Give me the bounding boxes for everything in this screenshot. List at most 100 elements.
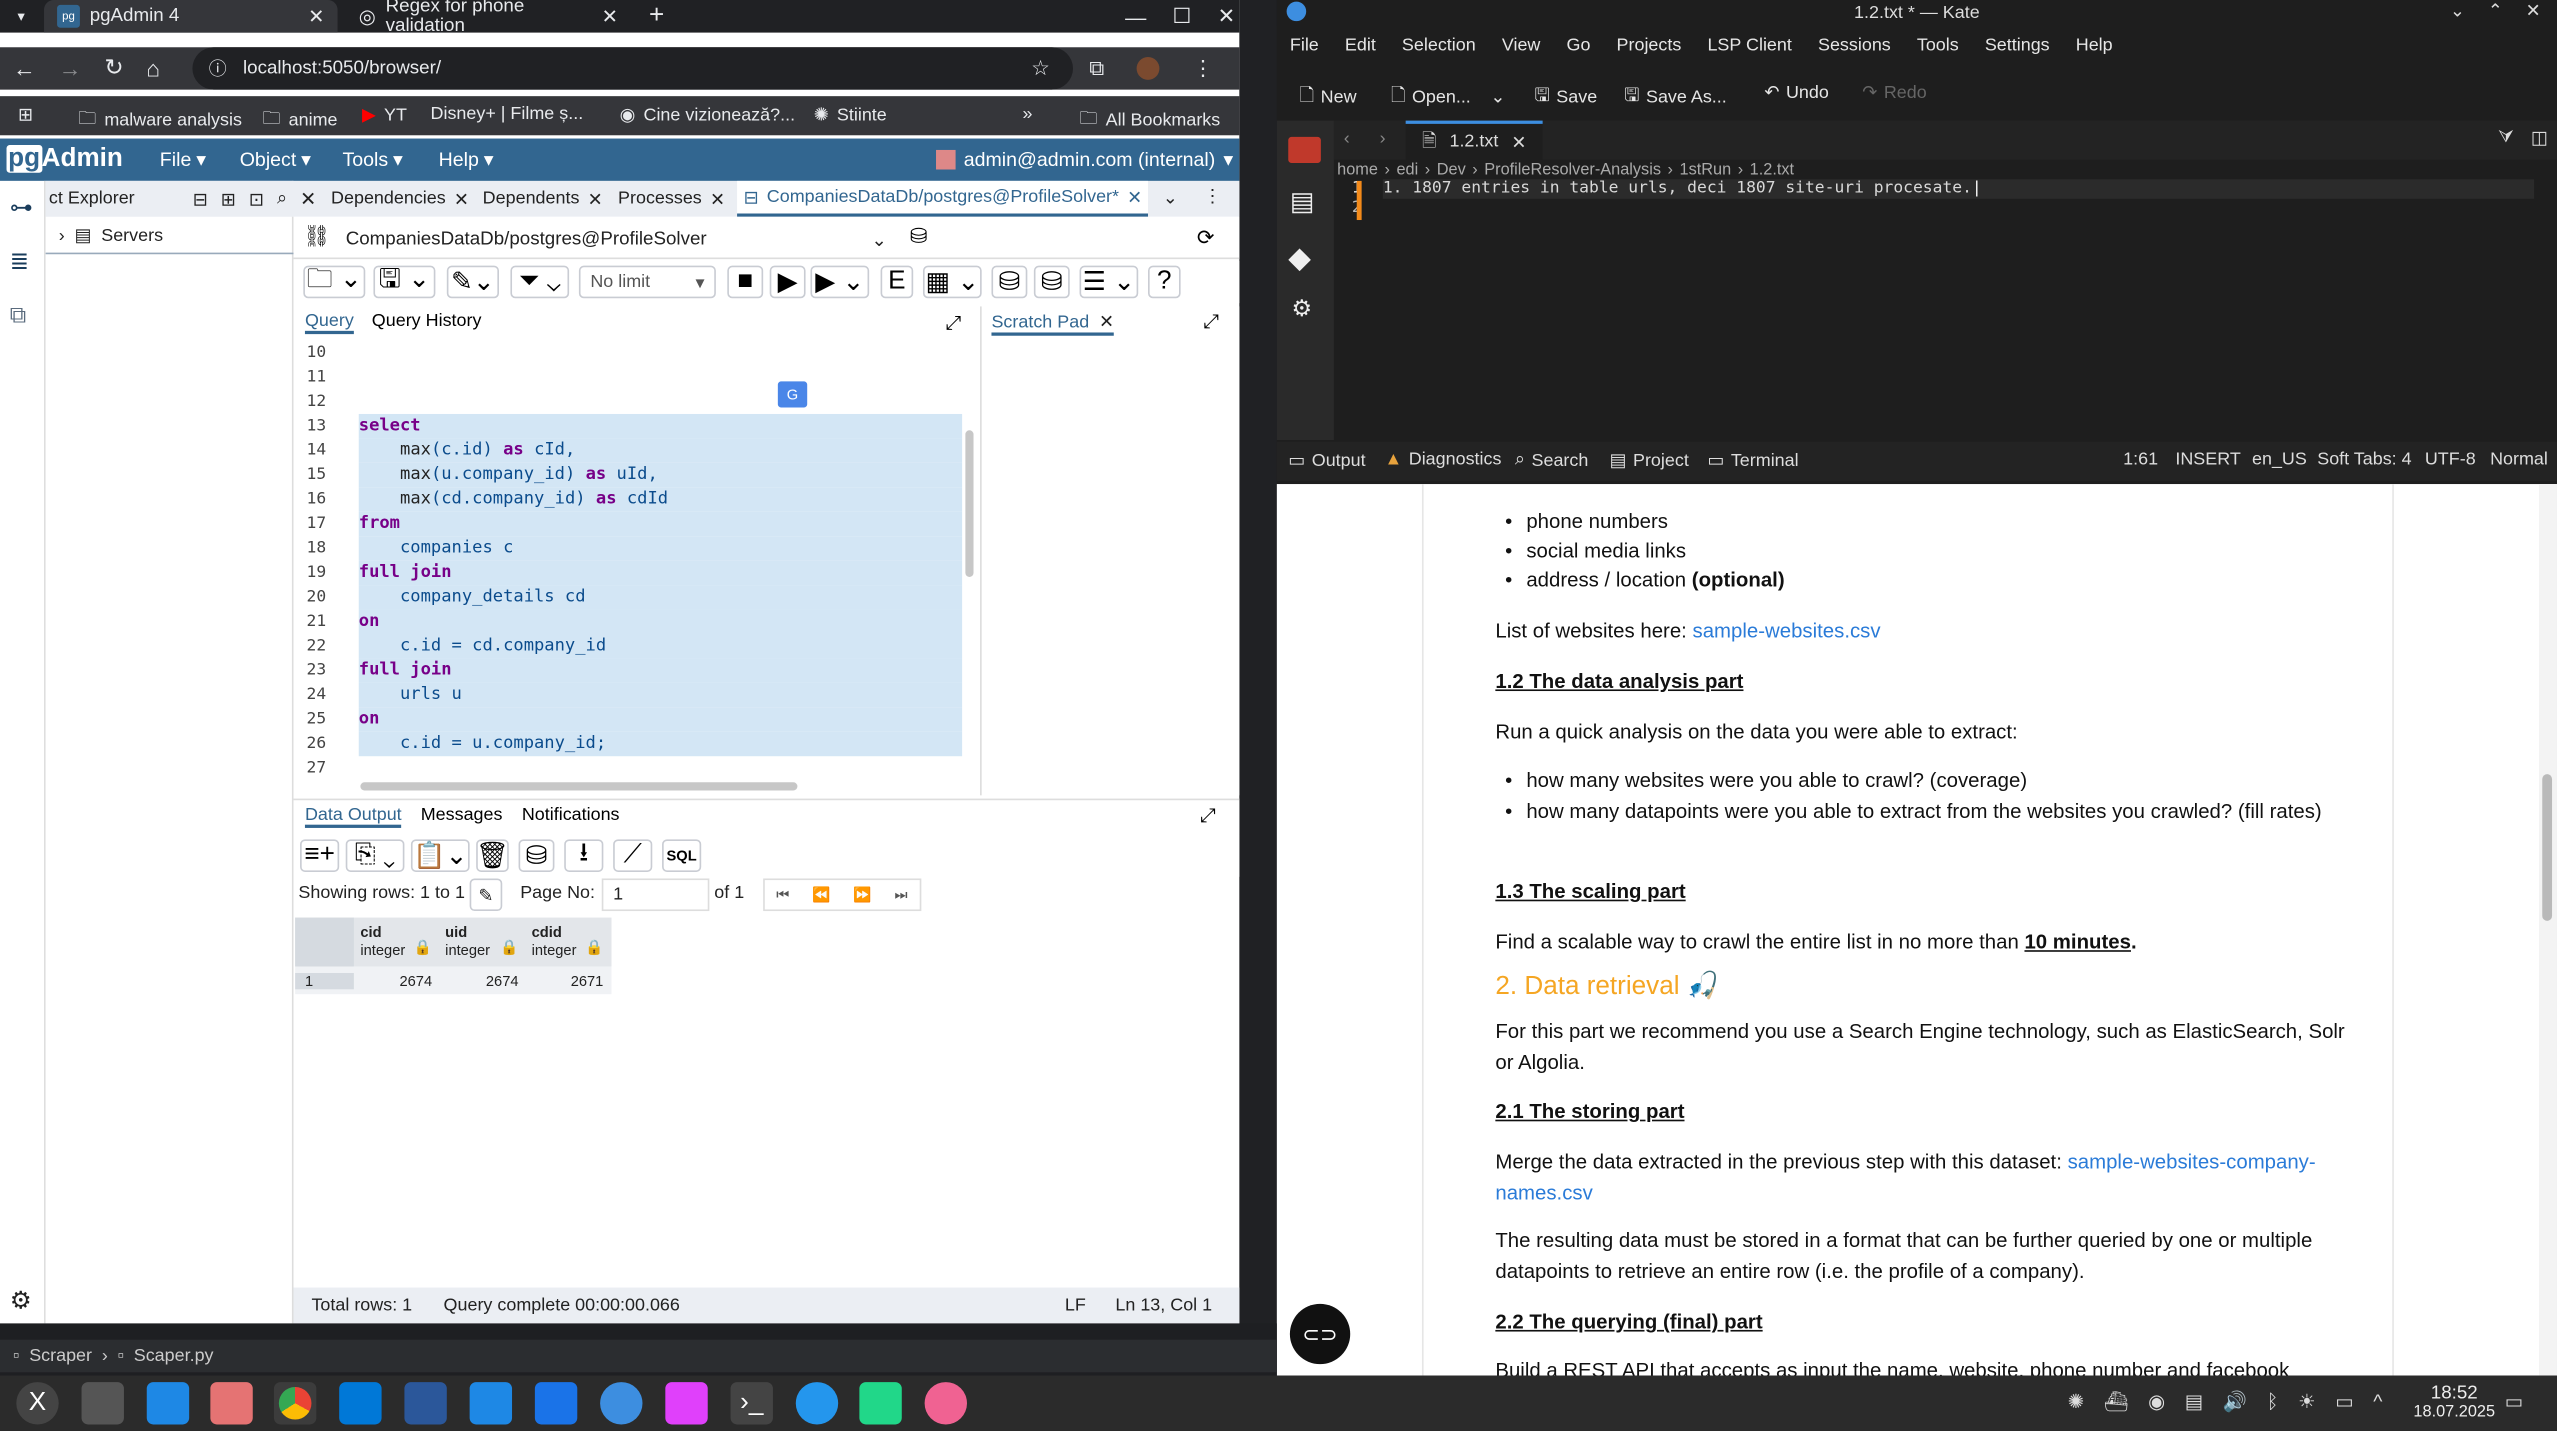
tab-search[interactable]: ⌕ Search (1515, 450, 1588, 471)
tree-item-servers[interactable]: › ▤ Servers (59, 225, 163, 246)
kate-menu-file[interactable]: File (1277, 36, 1332, 56)
kate-tab-file[interactable]: 🗎 1.2.txt ✕ (1405, 120, 1543, 160)
menu-dots-icon[interactable]: ⋮ (1193, 55, 1214, 81)
tab-dependents[interactable]: Dependents ✕ (483, 181, 603, 217)
save-data-icon[interactable]: ⛁ (518, 839, 555, 872)
docker-tray-icon[interactable]: ⛴ (2104, 1390, 2129, 1413)
editor-scrollbar[interactable] (965, 430, 974, 577)
copy-icon[interactable]: ⎘ ⌄ (345, 839, 405, 872)
site-info-icon[interactable]: ⓘ (209, 55, 227, 81)
expand-icon[interactable]: ⤢ (1200, 803, 1216, 827)
first-page-icon[interactable]: ⏮ (765, 886, 801, 904)
explain-analyze-button[interactable]: ▦ ⌄ (922, 265, 982, 299)
browser-tab-regex[interactable]: ◎ Regex for phone validation ✕ (346, 0, 631, 36)
tab-search-icon[interactable]: ▾ (10, 7, 33, 27)
filesystem-icon[interactable]: ▤ (1290, 186, 1321, 219)
store-icon[interactable] (146, 1382, 190, 1425)
forward-icon[interactable]: → (59, 55, 82, 81)
table-icon[interactable]: ⊞ (221, 188, 236, 210)
schema-diff-icon[interactable]: ⧉ (10, 302, 34, 330)
csv-link[interactable]: sample-websites.csv (1693, 619, 1881, 642)
clock[interactable]: 18:52 18.07.2025 (2413, 1384, 2495, 1423)
redo-button[interactable]: ↷ Redo (1862, 81, 1926, 102)
column-header-cdid[interactable]: cdid integer 🔒 (525, 924, 610, 960)
save-button[interactable]: 🖫 Save (1534, 81, 1597, 112)
cell-cid[interactable]: 2674 (354, 972, 439, 988)
add-row-icon[interactable]: ≡+ (300, 839, 340, 872)
show-desktop-icon[interactable]: ▭ (2505, 1390, 2523, 1413)
more-vertical-icon[interactable]: ⋮ (1203, 186, 1221, 207)
open-file-button[interactable]: 🗀 ⌄ (303, 265, 366, 299)
cell-uid[interactable]: 2674 (439, 972, 525, 988)
undo-button[interactable]: ↶ Undo (1764, 81, 1828, 102)
menu-file[interactable]: File ▾ (160, 148, 206, 171)
bookmark-star-icon[interactable]: ☆ (1031, 55, 1050, 81)
page-input[interactable]: 1 (601, 878, 710, 912)
profile-avatar[interactable] (1137, 57, 1160, 80)
edit-pager-icon[interactable]: ✎ (469, 878, 503, 912)
maximize-icon[interactable]: ⌃ (2488, 0, 2503, 22)
highlight-mode[interactable]: Normal (2490, 450, 2548, 470)
expand-icon[interactable]: ⤢ (1203, 310, 1219, 334)
kate-menu-tools[interactable]: Tools (1904, 36, 1972, 56)
brightness-icon[interactable]: ☀ (2298, 1390, 2316, 1413)
row-number[interactable]: 1 (295, 972, 354, 989)
table-row[interactable]: 1 2674 2674 2671 (295, 966, 612, 995)
bookmark-malware[interactable]: 🗀 malware analysis (78, 104, 242, 135)
execute-button[interactable]: ▶ (769, 265, 806, 299)
reload-icon[interactable]: ↻ (104, 54, 123, 82)
extensions-icon[interactable]: ⧉ (1089, 55, 1104, 81)
kate-taskbar-icon[interactable] (600, 1382, 643, 1425)
chevron-right-icon[interactable]: » (1022, 104, 1032, 124)
bookmark-disney[interactable]: Disney+ | Filme ș... (431, 104, 584, 124)
rider-icon[interactable] (665, 1382, 708, 1425)
expand-tray-icon[interactable]: ^ (2373, 1390, 2382, 1413)
kate-menu-view[interactable]: View (1489, 36, 1554, 56)
terminal-icon[interactable]: ›_ (730, 1382, 773, 1425)
tab-terminal[interactable]: ▭ Terminal (1707, 450, 1798, 471)
tab-scratch-pad[interactable]: Scratch Pad ✕ (991, 311, 1114, 336)
explorer-tab-label[interactable]: ct Explorer (46, 189, 135, 209)
tab-messages[interactable]: Messages (421, 805, 503, 825)
bluetooth-icon[interactable]: ᛒ (2267, 1390, 2279, 1413)
kate-editor[interactable]: 12 1. 1807 entries in table urls, deci 1… (1333, 179, 2557, 441)
chevron-right-icon[interactable]: › (59, 226, 65, 246)
tab-notifications[interactable]: Notifications (522, 805, 620, 825)
new-button[interactable]: 🗋 New (1300, 81, 1357, 112)
display-icon[interactable]: ▭ (2335, 1390, 2353, 1413)
tab-query-tool[interactable]: ⊟ CompaniesDataDb/postgres@ProfileSolver*… (737, 180, 1149, 217)
tab-data-output[interactable]: Data Output (304, 805, 402, 828)
tab-project[interactable]: ▤ Project (1610, 450, 1689, 471)
kate-menu-help[interactable]: Help (2063, 36, 2126, 56)
misc-app-icon[interactable] (924, 1382, 968, 1425)
stop-button[interactable]: ■ (727, 265, 764, 299)
prev-page-icon[interactable]: ⏪ (801, 886, 842, 904)
close-window-icon[interactable]: ✕ (1218, 3, 1236, 29)
nav-back-icon[interactable]: ‹ (1344, 129, 1350, 149)
scratch-pad[interactable]: Scratch Pad ✕ ⤢ (980, 306, 1240, 796)
sql-code[interactable]: select max(c.id) as cId, max(u.company_i… (358, 341, 963, 781)
graph-icon[interactable]: ⟋ (613, 839, 653, 872)
cell-cdid[interactable]: 2671 (525, 972, 610, 988)
tab-dependencies[interactable]: Dependencies ✕ (331, 181, 469, 217)
open-button[interactable]: 🗋 Open... ⌄ (1391, 81, 1505, 112)
next-page-icon[interactable]: ⏩ (842, 886, 883, 904)
symbols-icon[interactable]: ⚙ (1292, 295, 1320, 323)
refresh-icon[interactable]: ⟳ (1197, 225, 1215, 251)
download-icon[interactable]: ⭳ (564, 839, 604, 872)
new-connection-icon[interactable]: ⛁ (910, 223, 928, 249)
file-manager-icon[interactable] (210, 1382, 253, 1425)
vscode-icon[interactable] (339, 1382, 382, 1425)
apps-icon[interactable]: ⊞ (18, 104, 33, 126)
nav-forward-icon[interactable]: › (1380, 129, 1386, 149)
tab-output[interactable]: ▭ Output (1288, 450, 1365, 471)
docker-icon[interactable] (795, 1382, 839, 1425)
word-icon[interactable] (404, 1382, 447, 1425)
kate-menu-sessions[interactable]: Sessions (1805, 36, 1904, 56)
kate-menu-edit[interactable]: Edit (1332, 36, 1389, 56)
encoding[interactable]: UTF-8 (2425, 450, 2476, 470)
kate-menu-go[interactable]: Go (1553, 36, 1603, 56)
commit-button[interactable]: ⛁ (991, 265, 1028, 299)
cursor-position[interactable]: 1:61 (2123, 450, 2158, 470)
execute-options-button[interactable]: ▶ ⌄ (810, 265, 870, 299)
